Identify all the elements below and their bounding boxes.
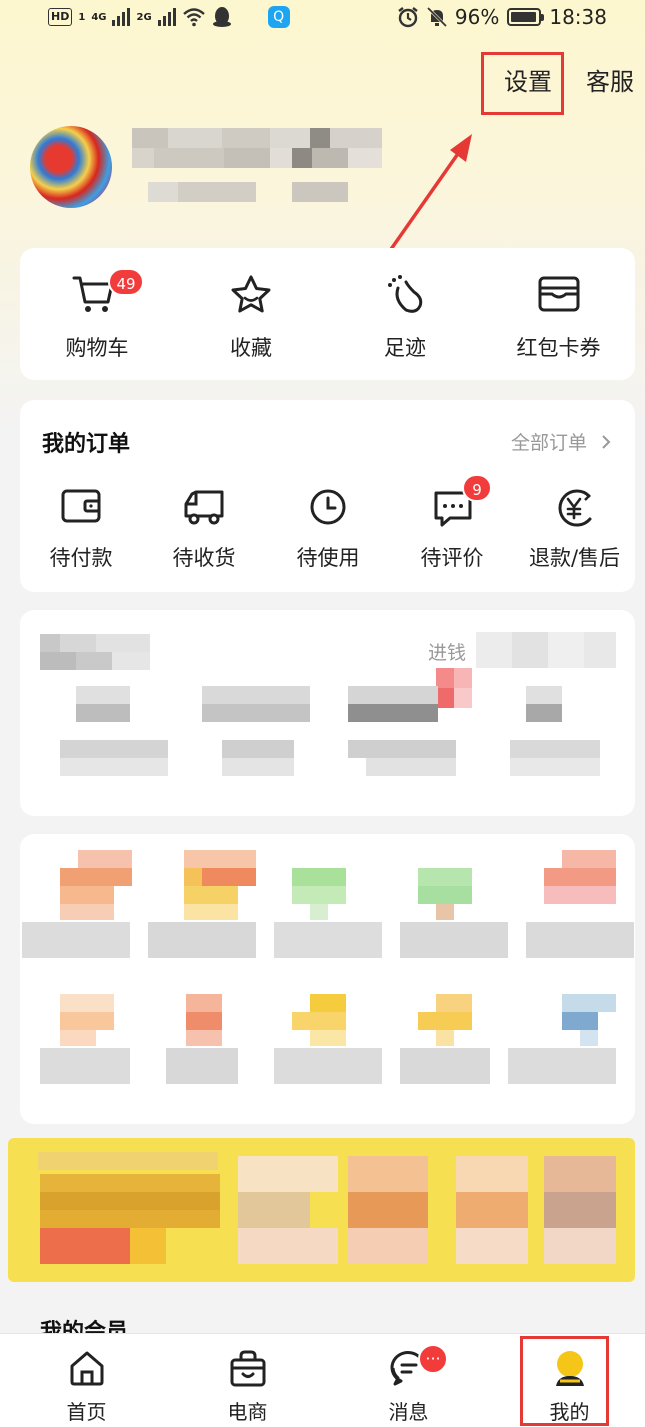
truck-icon [184,490,224,525]
order-status-label: 待评价 [420,546,484,570]
quick-link-label: 收藏 [230,336,272,360]
alarm-icon [398,7,418,28]
orders-title: 我的订单 [42,432,131,457]
clock-icon [310,489,346,525]
nav-messages[interactable]: ··· 消息 [328,1334,489,1427]
quick-link-favorites[interactable]: 收藏 [174,248,328,380]
nav-label: 消息 [388,1400,429,1424]
blurred-section-2 [20,834,635,1124]
star-icon [231,275,271,313]
order-refund-aftersale[interactable]: 退款/售后 [514,480,635,580]
profile-tab-highlight-box [520,1336,609,1426]
blurred-heading [40,634,150,670]
sim-indicator: 1 [78,11,86,23]
mute-bell-icon [426,6,447,28]
quick-link-label: 购物车 [65,336,129,360]
promo-banner[interactable] [8,1138,635,1282]
battery-icon [507,8,545,26]
user-avatar[interactable] [30,126,112,208]
quick-link-cart[interactable]: 49 购物车 [20,248,174,380]
order-pending-payment[interactable]: 待付款 [20,480,142,580]
quick-links-card: 49 购物车 收藏 足迹 红包卡券 [20,248,635,380]
all-orders-link[interactable]: 全部订单 [511,428,611,455]
blurred-grid-items [60,686,600,796]
battery-percent: 96% [454,5,500,29]
my-orders-card: 我的订单 全部订单 待付款 待收货 待使用 9 待评价 退款/售后 [20,400,635,592]
message-badge: ··· [418,1344,448,1374]
signal-bars-icon [112,8,131,26]
quick-link-label: 足迹 [384,336,426,360]
blurred-link-tail [476,632,616,668]
settings-highlight-box [481,52,564,115]
shop-bag-icon [230,1350,265,1387]
order-pending-receipt[interactable]: 待收货 [142,480,266,580]
blurred-banner-content [8,1138,635,1282]
order-status-label: 待付款 [49,546,113,570]
hd-indicator: HD [48,8,73,26]
wallet-card-icon [538,276,580,312]
order-to-review[interactable]: 9 待评价 [390,474,514,580]
qq-penguin-icon [212,7,231,27]
home-icon [70,1351,103,1386]
wifi-icon [182,8,205,27]
nav-label: 首页 [66,1400,107,1424]
bottom-navigation: 首页 电商 ··· 消息 我的 [0,1333,645,1427]
quick-link-coupons[interactable]: 红包卡券 [482,248,635,380]
network-4g-label: 4G [91,11,107,23]
blurred-partial-link: 进钱 [428,642,467,664]
blurred-section-1: 进钱 [20,610,635,816]
nav-label: 电商 [227,1400,268,1424]
chevron-right-icon [602,435,611,449]
review-count-badge: 9 [462,474,492,502]
network-2g-label: 2G [136,11,152,23]
app-notification-icon: Q [267,6,290,28]
order-to-use[interactable]: 待使用 [266,480,390,580]
all-orders-label: 全部订单 [510,432,587,454]
order-status-label: 退款/售后 [528,546,621,570]
cart-count-badge: 49 [108,268,144,296]
quick-link-label: 红包卡券 [516,336,601,360]
blurred-icon-grid [20,846,635,1116]
nav-home[interactable]: 首页 [6,1334,167,1427]
signal-bars-2-icon [157,8,176,26]
wallet-icon [61,489,101,523]
customer-service-link[interactable]: 客服 [586,62,634,97]
order-status-label: 待收货 [172,546,236,570]
status-right: 96% 18:38 [397,5,607,29]
yuan-refund-icon [558,489,592,527]
blurred-username [132,128,382,208]
status-bar: HD 1 4G 2G Q 96% 18:38 [0,0,645,36]
quick-link-footprints[interactable]: 足迹 [328,248,482,380]
status-left: HD 1 4G 2G Q [48,6,290,28]
footprint-icon [388,275,423,313]
order-status-label: 待使用 [296,546,360,570]
clock-time: 18:38 [549,5,607,29]
nav-shop[interactable]: 电商 [167,1334,328,1427]
